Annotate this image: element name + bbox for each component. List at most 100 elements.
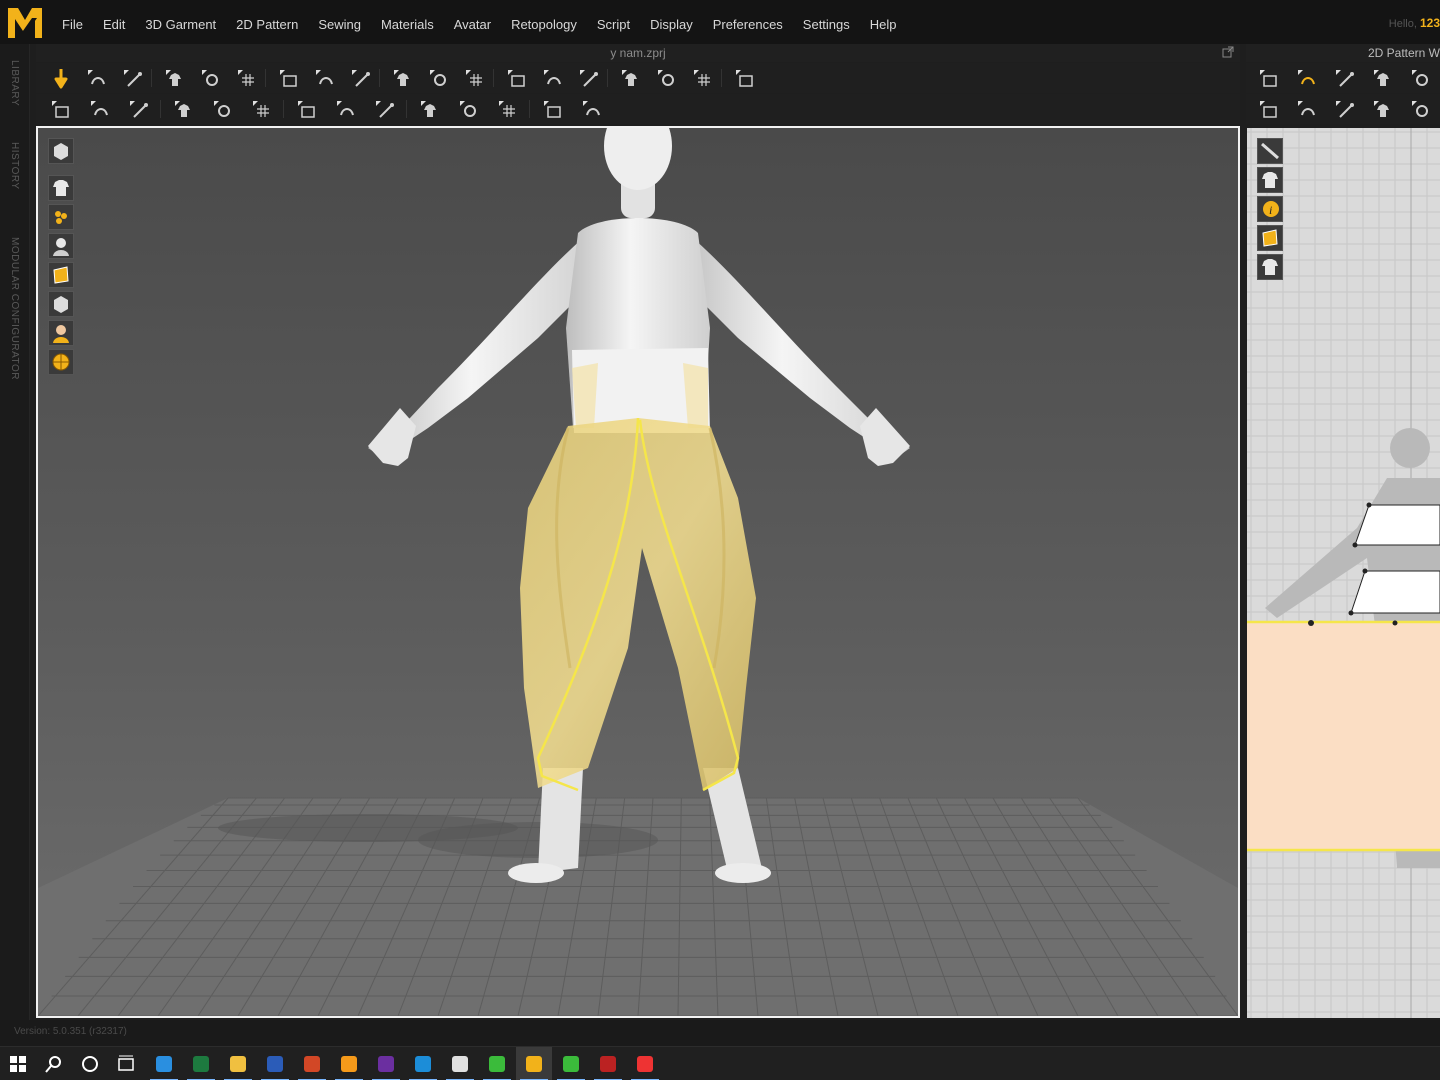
iron-icon[interactable] — [495, 97, 521, 121]
windows-taskbar — [0, 1046, 1440, 1080]
menu-file[interactable]: File — [52, 0, 93, 44]
segment-sewing-icon[interactable] — [1294, 97, 1320, 121]
flat-icon[interactable] — [540, 97, 566, 121]
cortana-icon[interactable] — [72, 1047, 108, 1080]
avatar-skin-icon[interactable] — [48, 320, 74, 346]
sewing-icon[interactable] — [1256, 97, 1282, 121]
simulation-icon[interactable] — [48, 66, 74, 90]
garment-edit-icon[interactable] — [312, 66, 338, 90]
menu-avatar[interactable]: Avatar — [444, 0, 501, 44]
garment-pants[interactable] — [520, 417, 756, 792]
fold-arrangement-icon[interactable] — [162, 66, 188, 90]
transform-icon[interactable] — [1332, 66, 1358, 90]
menu-retopology[interactable]: Retopology — [501, 0, 587, 44]
polygon-icon[interactable] — [1408, 66, 1434, 90]
puckering-icon[interactable] — [249, 97, 275, 121]
menu-edit[interactable]: Edit — [93, 0, 135, 44]
menu-2d-pattern[interactable]: 2D Pattern — [226, 0, 308, 44]
marvelous-helper-icon[interactable] — [442, 1047, 478, 1080]
lock-garment-icon[interactable] — [1257, 254, 1283, 280]
photoshop-icon[interactable] — [405, 1047, 441, 1080]
pin-box-icon[interactable] — [126, 97, 152, 121]
user-greeting[interactable]: Hello, 123 — [1389, 16, 1440, 30]
fabric-icon[interactable] — [1257, 225, 1283, 251]
select-move-icon[interactable] — [84, 66, 110, 90]
avatar-front-icon[interactable] — [540, 66, 566, 90]
texture-display-icon[interactable] — [48, 204, 74, 230]
tab-library[interactable]: LIBRARY — [9, 60, 20, 106]
unfold-icon[interactable] — [234, 66, 260, 90]
menu-materials[interactable]: Materials — [371, 0, 444, 44]
buttonhole-icon[interactable] — [372, 97, 398, 121]
pattern-piece-waistband-2[interactable] — [1350, 570, 1440, 614]
button-icon[interactable] — [333, 97, 359, 121]
pants-icon[interactable] — [504, 66, 530, 90]
transform-pattern-icon[interactable] — [120, 66, 146, 90]
task-view-icon[interactable] — [108, 1047, 144, 1080]
pattern-piece-waistband-1[interactable] — [1354, 504, 1440, 546]
powerpoint-icon[interactable] — [294, 1047, 330, 1080]
file-explorer-icon[interactable] — [220, 1047, 256, 1080]
fold-icon[interactable] — [198, 66, 224, 90]
line-icon[interactable] — [276, 66, 302, 90]
tab-modular-configurator[interactable]: MODULAR CONFIGURATOR — [9, 237, 20, 380]
free-sewing-icon[interactable] — [1332, 97, 1358, 121]
walk-icon[interactable] — [48, 97, 74, 121]
avatar-back-icon[interactable] — [576, 66, 602, 90]
search-app-icon[interactable] — [331, 1047, 367, 1080]
ruler-icon[interactable] — [654, 66, 680, 90]
uv-grid-icon[interactable] — [732, 66, 758, 90]
3d-viewport[interactable] — [36, 126, 1240, 1018]
grid-icon[interactable] — [690, 66, 716, 90]
premiere-icon[interactable] — [368, 1047, 404, 1080]
tack-icon[interactable] — [426, 66, 452, 90]
pattern-piece-pants[interactable] — [1247, 622, 1440, 850]
3d-view-icon[interactable] — [48, 138, 74, 164]
fabric-display-icon[interactable] — [48, 262, 74, 288]
brush-icon[interactable] — [171, 97, 197, 121]
select-pattern-icon[interactable] — [1256, 66, 1282, 90]
menu-help[interactable]: Help — [860, 0, 907, 44]
steam-icon[interactable] — [579, 97, 605, 121]
marvelous-designer-logo-icon[interactable] — [6, 4, 44, 40]
edit-pattern-icon[interactable] — [1294, 66, 1320, 90]
marvelous-designer-taskbar-icon[interactable] — [516, 1047, 552, 1080]
search-icon[interactable] — [36, 1047, 72, 1080]
avatar-display-icon[interactable] — [48, 233, 74, 259]
shirt-icon[interactable] — [462, 66, 488, 90]
rectangle-icon[interactable] — [1370, 66, 1396, 90]
video-icon[interactable] — [627, 1047, 663, 1080]
menu-display[interactable]: Display — [640, 0, 703, 44]
detach-window-icon[interactable] — [1222, 46, 1234, 58]
winrar-icon[interactable] — [590, 1047, 626, 1080]
info-icon[interactable]: i — [1257, 196, 1283, 222]
hide-brush-icon[interactable] — [1257, 138, 1283, 164]
vpn-icon[interactable] — [479, 1047, 515, 1080]
2d-viewport[interactable]: i — [1247, 128, 1440, 1018]
trim-icon[interactable] — [456, 97, 482, 121]
edit-curvature-icon[interactable] — [390, 66, 416, 90]
garment-display-icon[interactable] — [48, 175, 74, 201]
windows-start-icon[interactable] — [0, 1047, 36, 1080]
menu-3d-garment[interactable]: 3D Garment — [135, 0, 226, 44]
more-icon[interactable] — [1408, 97, 1434, 121]
environment-icon[interactable] — [48, 349, 74, 375]
menu-script[interactable]: Script — [587, 0, 640, 44]
pattern-display-icon[interactable] — [48, 291, 74, 317]
button-snap-icon[interactable] — [417, 97, 443, 121]
menu-settings[interactable]: Settings — [793, 0, 860, 44]
shrink-icon[interactable] — [210, 97, 236, 121]
menu-preferences[interactable]: Preferences — [703, 0, 793, 44]
garment-eye-icon[interactable] — [1257, 167, 1283, 193]
edit-points-icon[interactable] — [348, 66, 374, 90]
tab-history[interactable]: HISTORY — [9, 142, 20, 190]
measure-icon[interactable] — [618, 66, 644, 90]
check-sewing-icon[interactable] — [1370, 97, 1396, 121]
excel-icon[interactable] — [183, 1047, 219, 1080]
zipper-icon[interactable] — [294, 97, 320, 121]
menu-sewing[interactable]: Sewing — [308, 0, 371, 44]
edge-icon[interactable] — [146, 1047, 182, 1080]
word-icon[interactable] — [257, 1047, 293, 1080]
recorder-icon[interactable] — [553, 1047, 589, 1080]
pin-icon[interactable] — [87, 97, 113, 121]
